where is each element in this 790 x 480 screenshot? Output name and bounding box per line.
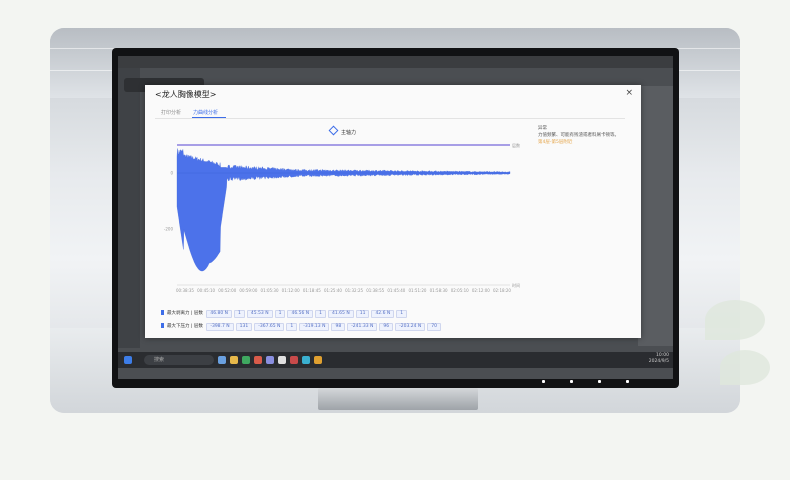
value-pill: 131 [235, 323, 253, 331]
value-pill: 1 [286, 323, 298, 331]
taskbar-clock: 10:00 2024/9/5 [649, 353, 669, 365]
app-icon[interactable] [302, 356, 310, 364]
app-titlebar [118, 56, 673, 68]
anomaly-heading: 异常 [538, 126, 547, 131]
close-icon[interactable]: × [625, 88, 633, 98]
value-pill: 96 [379, 323, 394, 331]
anomaly-location: 第4层-第5层附近 [538, 140, 573, 145]
x-tick-label: 01:58:30 [430, 288, 448, 293]
x-tick-label: 02:18:20 [493, 288, 511, 293]
x-tick-label: 00:59:00 [239, 288, 257, 293]
value-pill: 11 [355, 310, 370, 318]
tab-force-curve[interactable]: 力曲线分析 [193, 109, 218, 116]
x-tick-label: 01:51:20 [408, 288, 426, 293]
app-icon[interactable] [314, 356, 322, 364]
value-pill: -203.24 N [395, 323, 426, 331]
time-axis-label: 时间 [512, 282, 520, 288]
x-tick-label: 00:45:10 [197, 288, 215, 293]
value-pill: 45.53 N [246, 310, 273, 318]
value-pill: 98 [331, 323, 346, 331]
x-tick-label: 01:12:00 [282, 288, 300, 293]
led-dot [542, 380, 545, 383]
press-force-label: 最大下压力 | 层数 [167, 324, 203, 329]
value-pill: 46.80 N [206, 310, 233, 318]
x-tick-label: 01:18:45 [303, 288, 321, 293]
x-tick-label: 02:05:10 [451, 288, 469, 293]
x-tick-label: 01:45:40 [387, 288, 405, 293]
value-pill: -319.13 N [299, 323, 330, 331]
app-icon[interactable] [242, 356, 250, 364]
y-tick-label: 0 [170, 171, 173, 176]
taskbar: 搜索 10:00 2024/9/5 [118, 352, 673, 368]
tab-divider [155, 118, 625, 119]
value-pill: 1 [396, 310, 408, 318]
peel-force-row: 最大剥离力 | 层数 46.80 N 1 45.53 N 1 46.56 N 1 41.65… [161, 310, 408, 318]
x-tick-label: 00:38:35 [176, 288, 194, 293]
peel-force-label: 最大剥离力 | 层数 [167, 311, 203, 316]
clock-date: 2024/9/5 [648, 359, 669, 364]
value-pill: 1 [234, 310, 245, 318]
y-tick-label: -200 [164, 227, 174, 232]
x-tick-label: 02:12:00 [472, 288, 490, 293]
background-panel [638, 86, 673, 346]
x-tick-label: 01:25:40 [324, 288, 342, 293]
pin-icon [161, 323, 164, 328]
plant-leaf [705, 300, 765, 340]
app-icon[interactable] [290, 356, 298, 364]
led-dot [570, 380, 573, 383]
tab-print-analysis[interactable]: 打印分析 [161, 109, 181, 116]
x-tick-label: 01:05:30 [261, 288, 279, 293]
layer-axis-label: 层数 [512, 142, 520, 148]
led-dot [598, 380, 601, 383]
app-icon[interactable] [278, 356, 286, 364]
modal-title: <龙人胸像模型> [155, 90, 217, 99]
folder-icon[interactable] [230, 356, 238, 364]
legend-marker-icon [328, 125, 339, 136]
left-nav [118, 68, 140, 348]
app-icon[interactable] [266, 356, 274, 364]
app-icon[interactable] [218, 356, 226, 364]
peel-force-values: 46.80 N 1 45.53 N 1 46.56 N 1 41.65 N 11 42.6 N1 [204, 310, 408, 318]
value-pill: 42.6 N [371, 310, 395, 318]
x-tick-label: 01:32:25 [345, 288, 363, 293]
app-icon[interactable] [254, 356, 262, 364]
value-pill: -367.65 N [254, 323, 285, 331]
taskbar-search[interactable]: 搜索 [144, 355, 214, 365]
press-force-values: -398.7 N 131 -367.65 N 1 -319.13 N 98 -241.33 … [204, 323, 441, 331]
start-icon[interactable] [124, 356, 132, 364]
value-pill: -398.7 N [206, 323, 234, 331]
chart-plot: 层数时间2000-20000:38:3500:45:1000:52:0000:5… [164, 142, 520, 293]
value-pill: 70 [427, 323, 441, 331]
force-chart: 层数时间2000-20000:38:3500:45:1000:52:0000:5… [164, 142, 520, 293]
value-pill: 1 [315, 310, 327, 318]
monitor-base [318, 388, 478, 410]
led-dot [626, 380, 629, 383]
x-tick-label: 00:52:00 [218, 288, 236, 293]
value-pill: -241.33 N [347, 323, 378, 331]
press-force-row: 最大下压力 | 层数 -398.7 N 131 -367.65 N 1 -319.13 … [161, 323, 441, 331]
plant-leaf [720, 350, 770, 385]
pin-icon [161, 310, 164, 315]
anomaly-sidebar: 异常 力值频繁、可能有残渣或者料屑卡顿等。 第4层-第5层附近 [538, 125, 632, 146]
force-curve-modal: <龙人胸像模型> × 打印分析 力曲线分析 主轴力 层数时间2000-20000… [145, 85, 641, 338]
value-pill: 46.56 N [287, 310, 314, 318]
x-tick-label: 01:38:55 [366, 288, 384, 293]
value-pill: 1 [274, 310, 286, 318]
force-series-area [176, 148, 511, 272]
anomaly-text: 力值频繁、可能有残渣或者料屑卡顿等。 [538, 133, 619, 138]
value-pill: 41.65 N [328, 310, 354, 318]
